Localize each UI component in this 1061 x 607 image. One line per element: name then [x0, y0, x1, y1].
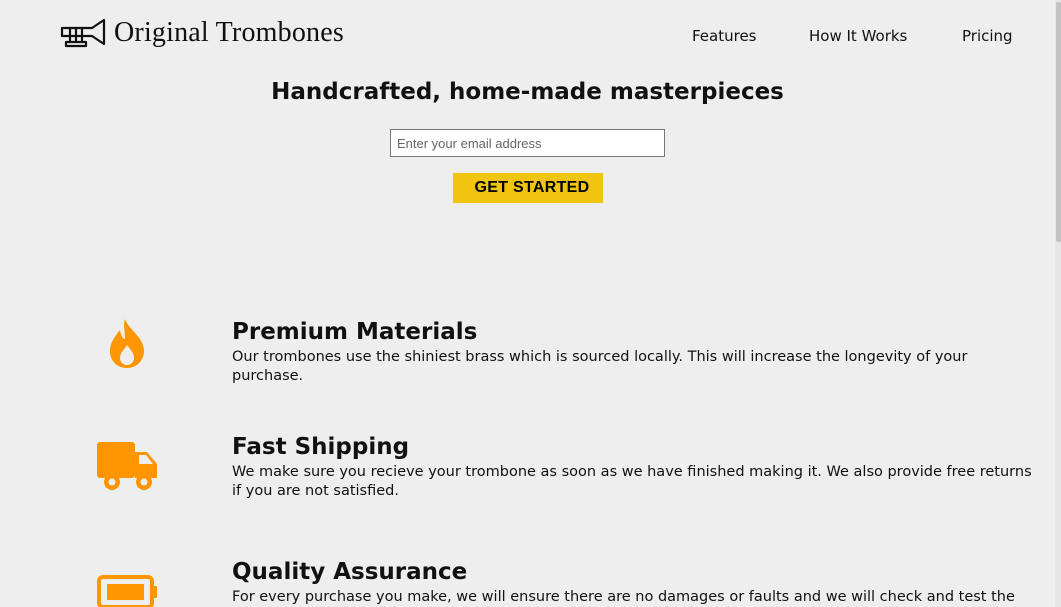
fire-icon: [110, 319, 144, 368]
nav-link-features[interactable]: Features: [692, 27, 757, 45]
feature-description: For every purchase you make, we will ens…: [232, 589, 1015, 605]
get-started-button[interactable]: GET STARTED: [453, 173, 603, 203]
page-scrollbar[interactable]: [1055, 0, 1061, 607]
hero-title: Handcrafted, home-made masterpieces: [271, 79, 784, 105]
battery-icon: [97, 575, 157, 607]
nav-link-how-it-works[interactable]: How It Works: [809, 27, 907, 45]
feature-title: Fast Shipping: [232, 434, 410, 460]
feature-title: Premium Materials: [232, 319, 478, 345]
truck-icon: [97, 442, 157, 490]
main-nav: Features How It Works Pricing: [0, 27, 1061, 49]
feature-description: We make sure you recieve your trombone a…: [232, 464, 1032, 499]
site-header: Original Trombones Features How It Works…: [0, 0, 1061, 70]
feature-title: Quality Assurance: [232, 559, 468, 585]
nav-link-pricing[interactable]: Pricing: [962, 27, 1013, 45]
scrollbar-thumb[interactable]: [1056, 2, 1061, 242]
email-input[interactable]: [390, 129, 665, 157]
feature-description: Our trombones use the shiniest brass whi…: [232, 349, 968, 384]
